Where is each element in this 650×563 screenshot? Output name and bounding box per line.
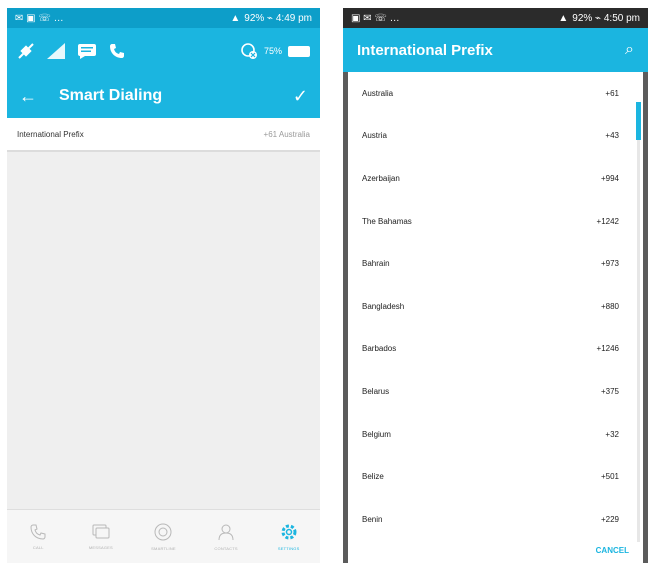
battery-percentage: 75% <box>263 46 282 56</box>
dialog-container: Australia +61 Austria +43 Azerbaijan +99… <box>343 72 648 563</box>
dialog-header: International Prefix ⌕ <box>343 28 648 72</box>
wifi-calling-icon[interactable] <box>240 42 258 60</box>
toolbar-left <box>17 42 125 60</box>
dial-code: +994 <box>600 173 619 183</box>
country-name: Belize <box>362 472 384 482</box>
list-item[interactable]: Bahrain +973 <box>348 242 643 285</box>
list-item[interactable]: Barbados +1246 <box>348 328 643 371</box>
smartline-icon <box>154 523 172 541</box>
gear-icon <box>281 524 297 540</box>
dial-code: +501 <box>600 472 619 482</box>
dial-code: +32 <box>605 429 619 439</box>
signal-bars-icon[interactable] <box>47 43 65 59</box>
country-name: Barbados <box>362 344 397 354</box>
list-item[interactable]: Austria +43 <box>348 115 643 158</box>
setting-value: +61 Australia <box>263 129 310 139</box>
scrollbar-track[interactable] <box>637 102 640 542</box>
nav-settings[interactable]: SETTINGS <box>257 510 320 563</box>
confirm-check-icon[interactable]: ✓ <box>293 86 308 107</box>
international-prefix-picker-screen: ▣ ✉ ☏ … ▲ 92% ⌁ 4:50 pm International Pr… <box>343 8 648 563</box>
country-name: Belgium <box>362 429 391 439</box>
message-icon[interactable] <box>77 43 97 59</box>
country-name: Australia <box>362 88 394 98</box>
dial-code: +375 <box>600 386 619 396</box>
country-name: The Bahamas <box>362 216 412 226</box>
toolbar-right: 75% <box>240 42 310 60</box>
dial-code: +1242 <box>596 216 619 226</box>
list-item[interactable]: Belgium +32 <box>348 413 643 456</box>
nav-contacts[interactable]: CONTACTS <box>195 510 258 563</box>
signal-icon: ▲ <box>558 12 569 24</box>
nav-smartline[interactable]: SMARTLINE <box>132 510 195 563</box>
country-name: Belarus <box>362 386 390 396</box>
nav-messages[interactable]: MESSAGES <box>70 510 133 563</box>
dialog-title: International Prefix <box>357 41 493 59</box>
nav-call[interactable]: CALL <box>7 510 70 563</box>
dial-code: +1246 <box>596 344 619 354</box>
nav-smartline-label: SMARTLINE <box>151 546 176 551</box>
cancel-button[interactable]: CANCEL <box>596 546 629 555</box>
list-item[interactable]: Benin +229 <box>348 498 643 541</box>
list-item[interactable]: Australia +61 <box>348 72 643 115</box>
country-name: Bangladesh <box>362 301 405 311</box>
status-time: 92% ⌁ 4:50 pm <box>572 12 640 24</box>
battery-icon <box>288 45 310 57</box>
app-bar: ← Smart Dialing ✓ <box>7 74 320 118</box>
list-item[interactable]: Belarus +375 <box>348 370 643 413</box>
contacts-icon <box>218 524 234 541</box>
dial-code: +973 <box>600 259 619 269</box>
signal-icon: ▲ <box>230 12 241 24</box>
app-toolbar: 75% <box>7 28 320 74</box>
bottom-navigation: CALL MESSAGES SMARTLINE CONTACTS SETTING… <box>7 509 320 563</box>
country-name: Austria <box>362 131 387 141</box>
smart-dialing-screen: ✉ ▣ ☏ … ▲ 92% ⌁ 4:49 pm 75% ← Smart Dial… <box>7 8 320 563</box>
status-left-icons: ▣ ✉ ☏ … <box>351 13 400 24</box>
dial-code: +61 <box>605 88 619 98</box>
satellite-icon[interactable] <box>17 42 35 60</box>
nav-messages-label: MESSAGES <box>88 545 113 550</box>
messages-icon <box>92 524 110 539</box>
scrollbar-thumb[interactable] <box>636 102 641 140</box>
status-left-icons: ✉ ▣ ☏ … <box>15 13 64 24</box>
country-list: Australia +61 Austria +43 Azerbaijan +99… <box>348 72 643 563</box>
status-right: ▲ 92% ⌁ 4:49 pm <box>230 13 312 24</box>
nav-contacts-label: CONTACTS <box>214 546 238 551</box>
setting-label: International Prefix <box>17 129 84 139</box>
status-time: 92% ⌁ 4:49 pm <box>244 12 312 24</box>
list-item[interactable]: Azerbaijan +994 <box>348 157 643 200</box>
country-name: Azerbaijan <box>362 173 400 183</box>
country-name: Bahrain <box>362 259 390 269</box>
back-arrow-icon[interactable]: ← <box>19 86 53 107</box>
nav-call-label: CALL <box>32 545 44 550</box>
phone-icon[interactable] <box>109 43 125 59</box>
list-item[interactable]: The Bahamas +1242 <box>348 200 643 243</box>
notification-icons: ✉ ▣ ☏ … <box>15 12 64 24</box>
dial-code: +880 <box>600 301 619 311</box>
international-prefix-setting[interactable]: International Prefix +61 Australia <box>7 118 320 152</box>
page-title: Smart Dialing <box>59 87 163 104</box>
dial-code: +43 <box>605 131 619 141</box>
status-bar: ▣ ✉ ☏ … ▲ 92% ⌁ 4:50 pm <box>343 8 648 28</box>
status-right: ▲ 92% ⌁ 4:50 pm <box>558 13 640 24</box>
dial-code: +229 <box>600 514 619 524</box>
notification-icons: ▣ ✉ ☏ … <box>351 12 400 24</box>
phone-outline-icon <box>30 524 46 540</box>
nav-settings-label: SETTINGS <box>277 546 300 551</box>
country-name: Benin <box>362 514 383 524</box>
status-bar: ✉ ▣ ☏ … ▲ 92% ⌁ 4:49 pm <box>7 8 320 28</box>
list-item[interactable]: Belize +501 <box>348 455 643 498</box>
search-icon[interactable]: ⌕ <box>625 41 634 59</box>
list-item[interactable]: Bangladesh +880 <box>348 285 643 328</box>
